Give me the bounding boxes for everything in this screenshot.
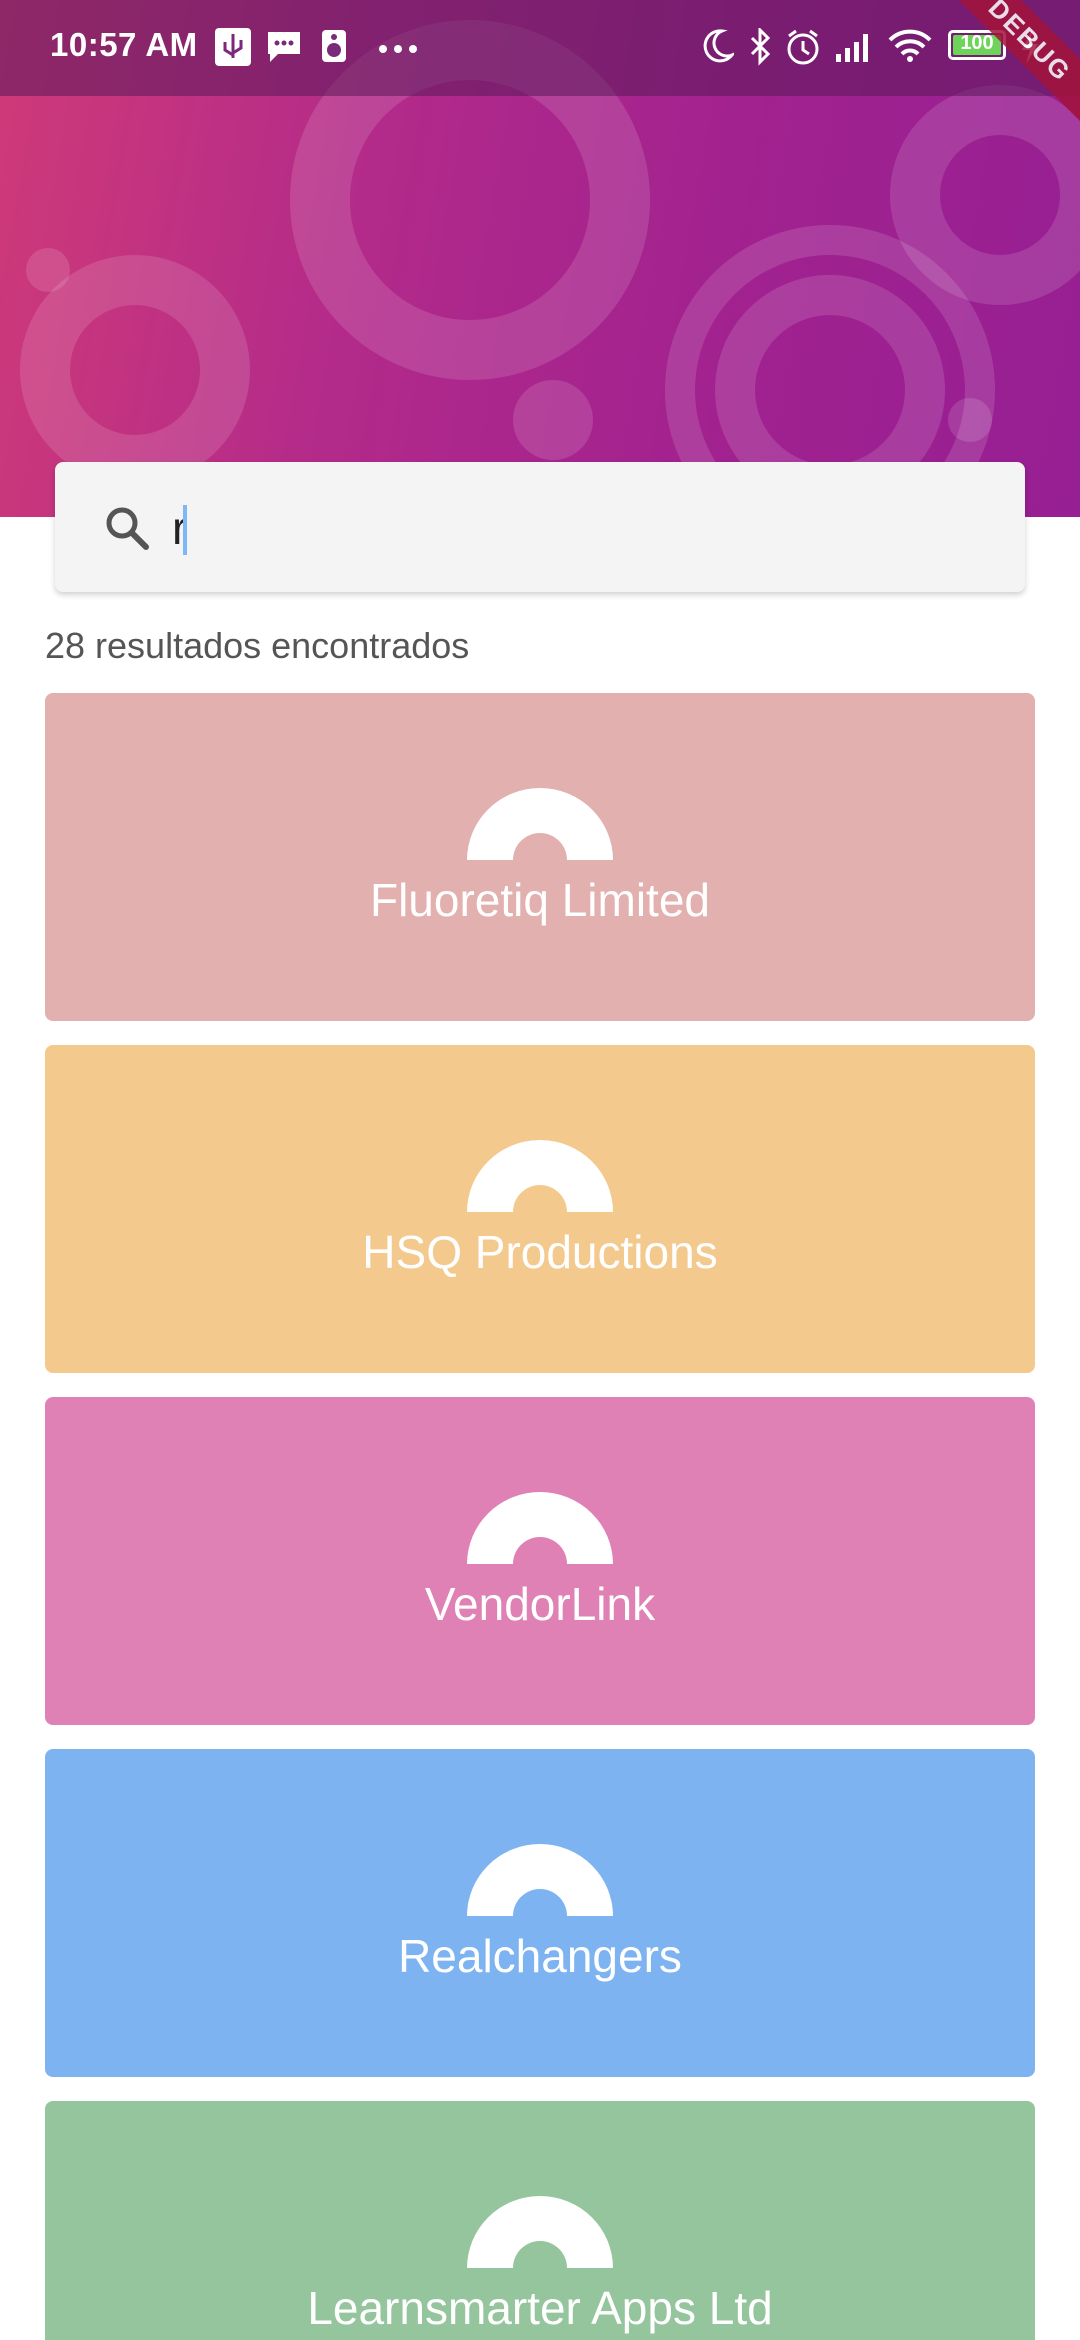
company-logo-icon bbox=[467, 2196, 613, 2268]
bluetooth-icon bbox=[750, 28, 771, 66]
moon-icon bbox=[703, 29, 734, 63]
company-card[interactable]: HSQ Productions bbox=[45, 1045, 1035, 1373]
search-box[interactable] bbox=[55, 462, 1025, 592]
company-card[interactable]: VendorLink bbox=[45, 1397, 1035, 1725]
company-logo-icon bbox=[467, 1492, 613, 1564]
status-time: 10:57 AM bbox=[50, 26, 198, 63]
status-bar: 10:57 AM 100 bbox=[0, 0, 1080, 96]
company-logo-icon bbox=[467, 1844, 613, 1916]
results-count: 28 resultados encontrados bbox=[45, 625, 470, 666]
company-card[interactable]: Learnsmarter Apps Ltd bbox=[45, 2101, 1035, 2340]
company-logo-icon bbox=[467, 1140, 613, 1212]
usb-icon bbox=[215, 28, 251, 66]
text-caret bbox=[183, 505, 187, 555]
company-logo-icon bbox=[467, 788, 613, 860]
wifi-icon bbox=[888, 29, 932, 62]
signal-icon bbox=[836, 34, 868, 62]
company-name: HSQ Productions bbox=[362, 1226, 718, 1278]
speaker-icon bbox=[322, 30, 346, 62]
company-card[interactable]: Fluoretiq Limited bbox=[45, 693, 1035, 1021]
company-card[interactable]: Realchangers bbox=[45, 1749, 1035, 2077]
alarm-icon bbox=[787, 29, 819, 65]
search-input[interactable] bbox=[170, 490, 994, 566]
company-name: Realchangers bbox=[398, 1930, 682, 1982]
company-name: Fluoretiq Limited bbox=[369, 874, 711, 926]
company-name: Learnsmarter Apps Ltd bbox=[307, 2282, 773, 2334]
message-icon bbox=[268, 32, 300, 62]
search-icon bbox=[106, 507, 149, 550]
more-icon bbox=[379, 45, 417, 53]
company-name: VendorLink bbox=[424, 1578, 656, 1630]
